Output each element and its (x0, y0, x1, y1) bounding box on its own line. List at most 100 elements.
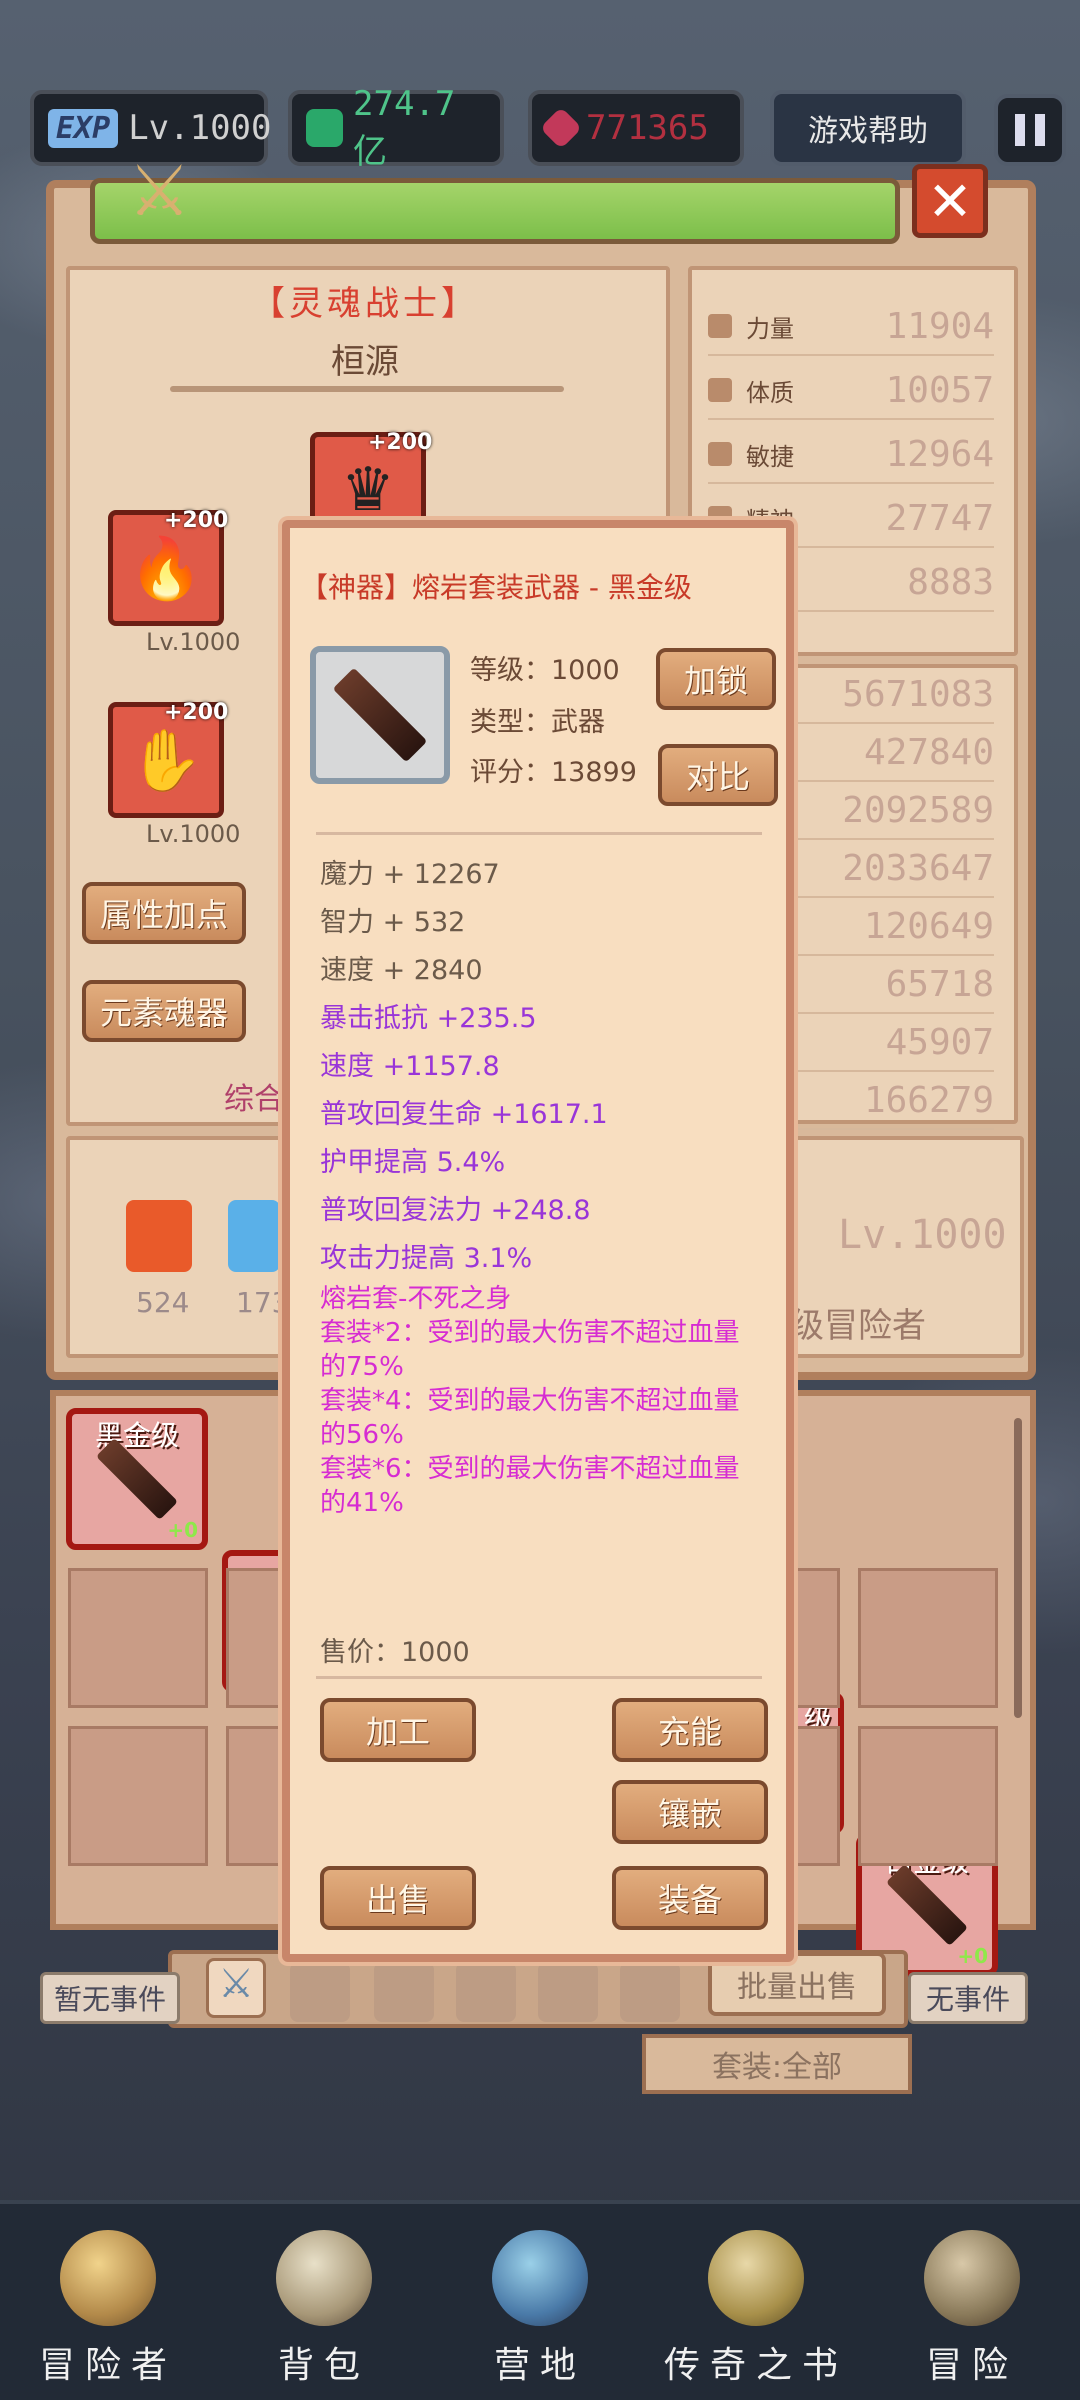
empty-slot[interactable] (68, 1726, 208, 1866)
tab-pants[interactable] (538, 1962, 598, 2022)
gold-currency: 274.7亿 (288, 84, 504, 172)
inventory-item[interactable]: 黑金级 +0 (66, 1408, 208, 1550)
inventory-scrollbar[interactable] (1014, 1418, 1022, 1718)
set-filter-dropdown[interactable]: 套装:全部 (642, 2034, 912, 2094)
stat-label: 力量 (746, 314, 794, 343)
slot-level: Lv.1000 (146, 820, 241, 848)
set-bonus: 套装*4：受到的最大伤害不超过血量的56% (320, 1386, 740, 1450)
backpack-icon (276, 2230, 372, 2326)
element-soul-button[interactable]: 元素魂器 (82, 980, 246, 1042)
item-bonus-attr: 护甲提高 5.4% (320, 1147, 506, 1178)
item-type: 类型：武器 (470, 707, 605, 738)
close-button[interactable]: ✕ (912, 164, 988, 238)
ruby-amount: 771365 (586, 108, 709, 148)
boot-icon (708, 442, 732, 466)
nav-label: 冒险 (925, 2345, 1018, 2386)
stat-strength: 力量 11904 (708, 298, 994, 356)
item-price: 售价：1000 (320, 1637, 470, 1668)
enhance-level: +200 (164, 700, 229, 725)
inlay-button[interactable]: 镶嵌 (612, 1780, 768, 1844)
character-class: 【灵魂战士】 (251, 284, 479, 324)
item-base-attr: 速度 + 2840 (320, 955, 483, 986)
tab-accessory[interactable] (456, 1962, 516, 2022)
flame-sword-icon: 🔥 (128, 533, 204, 604)
ice-essence-icon (228, 1200, 280, 1272)
game-help-button[interactable]: 游戏帮助 (770, 90, 966, 166)
item-base-attr: 魔力 + 12267 (320, 859, 500, 890)
enhance-level: +200 (164, 508, 229, 533)
sell-button[interactable]: 出售 (320, 1866, 476, 1930)
nav-legend-book[interactable]: 传奇之书 (648, 2204, 864, 2400)
empty-slot[interactable] (858, 1726, 998, 1866)
stat-value: 11904 (885, 305, 994, 347)
item-base-attr: 智力 + 532 (320, 907, 466, 938)
heart-icon (708, 378, 732, 402)
lock-button[interactable]: 加锁 (656, 648, 776, 710)
stat-value: 12964 (885, 433, 994, 475)
nav-label: 冒险者 (38, 2345, 177, 2386)
slot-level: Lv.1000 (146, 628, 241, 656)
item-grade: 黑金级 (94, 1419, 179, 1452)
stat-agility: 敏捷 12964 (708, 426, 994, 484)
enhance-level: +200 (368, 430, 433, 455)
tab-armor[interactable] (290, 1962, 350, 2022)
item-score: 评分：13899 (470, 757, 637, 788)
level-text: Lv.1000 (128, 108, 272, 148)
green-gem-icon (306, 109, 344, 147)
item-enhance: +0 (167, 1518, 198, 1542)
pause-button[interactable] (994, 94, 1066, 166)
item-level: 等级：1000 (470, 655, 620, 686)
event-left: 暂无事件 (40, 1972, 180, 2024)
window-title-bar (90, 178, 900, 244)
empty-slot[interactable] (68, 1568, 208, 1708)
tab-ring[interactable] (620, 1962, 680, 2022)
item-title: 【神器】熔岩套装武器 - 黑金级 (300, 571, 692, 604)
compare-button[interactable]: 对比 (658, 744, 778, 806)
rank-level: Lv.1000 (838, 1212, 1007, 1258)
tab-helmet[interactable] (374, 1962, 434, 2022)
banner-icon (492, 2230, 588, 2326)
process-button[interactable]: 加工 (320, 1698, 476, 1762)
helmet-icon: ♛ (341, 455, 395, 525)
tab-weapon[interactable]: ⚔ (206, 1958, 266, 2018)
bottom-nav: 冒险者 背包 营地 传奇之书 冒险 (0, 2200, 1080, 2400)
stat-label: 敏捷 (746, 442, 794, 471)
stat-value: 10057 (885, 369, 994, 411)
pause-icon (1035, 114, 1045, 146)
gloves-icon: ✋ (128, 725, 204, 796)
set-name: 熔岩套-不死之身 (320, 1284, 512, 1314)
equip-button[interactable]: 装备 (612, 1866, 768, 1930)
sword-icon (924, 2230, 1020, 2326)
event-right: 无事件 (908, 1972, 1028, 2024)
divider (316, 832, 762, 835)
pause-icon (1015, 114, 1025, 146)
exp-badge: EXP (48, 108, 119, 148)
rank-title: 级冒险者 (790, 1306, 926, 1346)
stat-value: 27747 (885, 497, 994, 539)
ruby-currency: 771365 (528, 90, 744, 166)
item-bonus-attr: 普攻回复法力 +248.8 (320, 1195, 591, 1226)
empty-slot[interactable] (858, 1568, 998, 1708)
charge-button[interactable]: 充能 (612, 1698, 768, 1762)
item-bonus-attr: 速度 +1157.8 (320, 1051, 500, 1082)
crown-icon (60, 2230, 156, 2326)
summary-label: 综合 (224, 1082, 284, 1117)
nav-backpack[interactable]: 背包 (216, 2204, 432, 2400)
nav-adventurer[interactable]: 冒险者 (0, 2204, 216, 2400)
fire-essence-icon (126, 1200, 192, 1272)
nav-label: 营地 (493, 2345, 586, 2386)
divider (170, 386, 564, 392)
item-bonus-attr: 暴击抵抗 +235.5 (320, 1003, 537, 1034)
set-bonus: 套装*2：受到的最大伤害不超过血量的75% (320, 1318, 740, 1382)
item-enhance: +0 (957, 1944, 988, 1968)
attribute-points-button[interactable]: 属性加点 (82, 882, 246, 944)
character-name: 桓源 (331, 342, 399, 382)
fire-essence-count: 524 (136, 1286, 190, 1319)
strength-icon (708, 314, 732, 338)
set-bonus: 套装*6：受到的最大伤害不超过血量的41% (320, 1454, 740, 1518)
divider (316, 1676, 762, 1679)
nav-camp[interactable]: 营地 (432, 2204, 648, 2400)
stat-value: 8883 (907, 561, 994, 603)
sword-icon (332, 667, 428, 763)
nav-adventure[interactable]: 冒险 (864, 2204, 1080, 2400)
